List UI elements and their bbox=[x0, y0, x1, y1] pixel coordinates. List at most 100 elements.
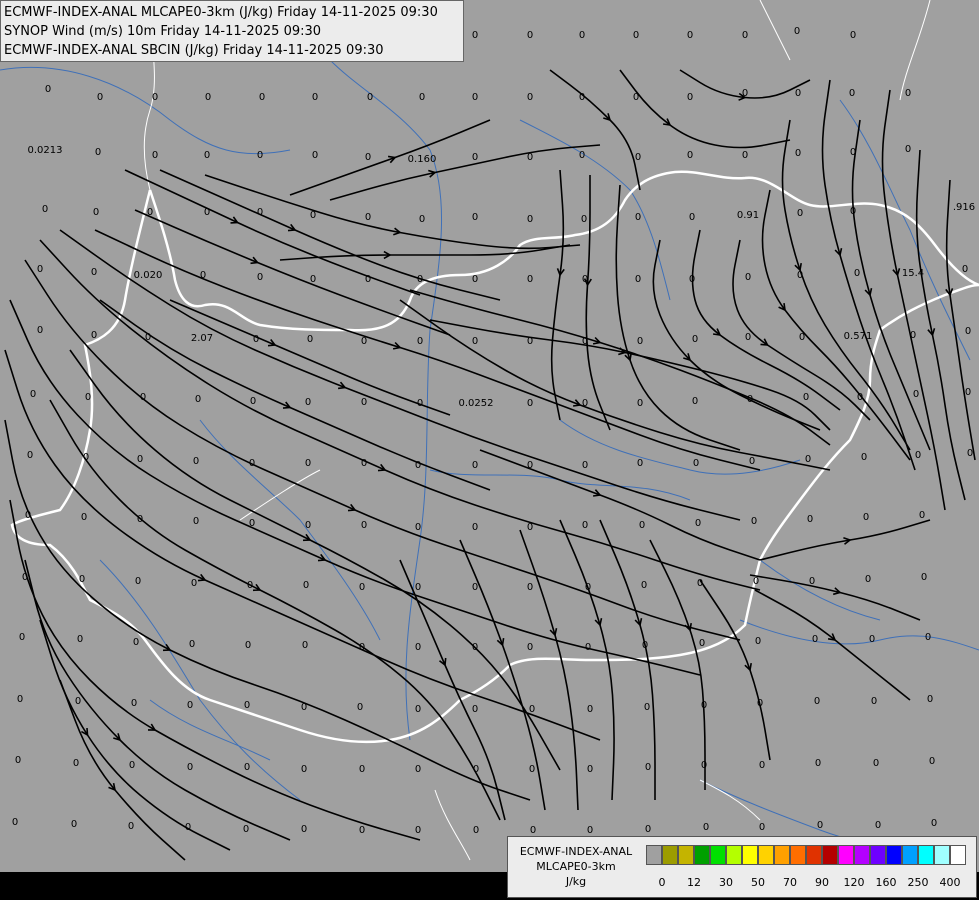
title-box: ECMWF-INDEX-ANAL MLCAPE0-3km (J/kg) Frid… bbox=[0, 0, 464, 62]
cape-value-label: 0 bbox=[913, 389, 919, 400]
cape-value-label: 0 bbox=[25, 510, 31, 521]
cape-value-label: 0 bbox=[85, 392, 91, 403]
cape-value-label: 0 bbox=[919, 510, 925, 521]
streamline bbox=[550, 169, 565, 421]
cape-value-label: 0 bbox=[757, 698, 763, 709]
legend-tick-label: 30 bbox=[719, 876, 733, 889]
cape-value-label: 0 bbox=[417, 398, 423, 409]
cape-value-label: 0 bbox=[635, 152, 641, 163]
cape-value-label: 0 bbox=[745, 272, 751, 283]
cape-value-label: 0 bbox=[361, 520, 367, 531]
cape-value-label: 0 bbox=[850, 147, 856, 158]
title-synop-wind: SYNOP Wind (m/s) 10m Friday 14-11-2025 0… bbox=[4, 24, 322, 39]
cape-value-label: 0 bbox=[817, 820, 823, 831]
cape-value-label: 0 bbox=[472, 92, 478, 103]
cape-value-label: 0 bbox=[259, 92, 265, 103]
cape-value-label: 0 bbox=[742, 88, 748, 99]
borders-main bbox=[10, 170, 979, 744]
cape-value-label: 0 bbox=[759, 822, 765, 833]
cape-value-label: 0 bbox=[42, 204, 48, 215]
cape-value-label: 0 bbox=[415, 642, 421, 653]
cape-value-label: 0 bbox=[645, 824, 651, 835]
cape-value-label: 0 bbox=[701, 700, 707, 711]
cape-value-label: 0 bbox=[850, 30, 856, 41]
cape-value-label: 0 bbox=[417, 274, 423, 285]
cape-value-label: 0 bbox=[193, 456, 199, 467]
cape-value-label: 0 bbox=[865, 574, 871, 585]
cape-value-label: 0 bbox=[807, 514, 813, 525]
cape-value-label: 0 bbox=[797, 270, 803, 281]
cape-value-label: 0 bbox=[415, 460, 421, 471]
cape-value-label: 0 bbox=[527, 214, 533, 225]
cape-value-label: 0 bbox=[310, 210, 316, 221]
streamline bbox=[124, 169, 421, 296]
cape-value-label: 0 bbox=[582, 398, 588, 409]
cape-value-label: 0 bbox=[582, 274, 588, 285]
cape-value-label: 0 bbox=[472, 152, 478, 163]
cape-value-label: 0 bbox=[687, 150, 693, 161]
streamline bbox=[9, 299, 701, 676]
streamline bbox=[39, 619, 231, 851]
cape-value-label: 0 bbox=[71, 819, 77, 830]
cape-value-label: 0 bbox=[415, 582, 421, 593]
cape-value-label: 0 bbox=[97, 92, 103, 103]
cape-value-label: 0 bbox=[472, 582, 478, 593]
cape-value-label: 0 bbox=[301, 824, 307, 835]
cape-value-label: 0 bbox=[703, 822, 709, 833]
legend-tick-label: 50 bbox=[751, 876, 765, 889]
cape-value-label: 0 bbox=[15, 755, 21, 766]
cape-value-label: 0 bbox=[962, 264, 968, 275]
legend-name-line1: ECMWF-INDEX-ANAL bbox=[519, 845, 633, 858]
cape-value-label: 0 bbox=[145, 332, 151, 343]
cape-value-label: 0 bbox=[257, 272, 263, 283]
streamlines bbox=[4, 69, 976, 861]
cape-value-label: 0 bbox=[83, 452, 89, 463]
cape-value-label: 0 bbox=[759, 760, 765, 771]
cape-value-label: 0 bbox=[361, 336, 367, 347]
cape-value-label: 0 bbox=[152, 92, 158, 103]
cape-value-label: 0 bbox=[79, 574, 85, 585]
cape-value-label: 0 bbox=[253, 334, 259, 345]
cape-value-label: 0 bbox=[205, 92, 211, 103]
cape-value-label: 0 bbox=[587, 704, 593, 715]
title-mlcape: ECMWF-INDEX-ANAL MLCAPE0-3km (J/kg) Frid… bbox=[4, 5, 438, 20]
cape-value-label: 0 bbox=[687, 30, 693, 41]
cape-value-label: 0 bbox=[137, 514, 143, 525]
streamline bbox=[652, 239, 821, 431]
cape-value-label: 0 bbox=[37, 325, 43, 336]
legend-swatch bbox=[646, 845, 662, 865]
cape-value-label: 15.4 bbox=[902, 268, 924, 279]
cape-value-label: 0 bbox=[931, 818, 937, 829]
cape-value-label: 0 bbox=[910, 330, 916, 341]
cape-value-label: 0 bbox=[579, 92, 585, 103]
legend-tick-label: 12 bbox=[687, 876, 701, 889]
cape-value-label: 0 bbox=[637, 336, 643, 347]
cape-value-label: 0 bbox=[689, 212, 695, 223]
cape-value-label: 0 bbox=[204, 207, 210, 218]
cape-value-label: 0 bbox=[249, 518, 255, 529]
cape-value-label: 0 bbox=[243, 824, 249, 835]
cape-value-label: 0 bbox=[814, 696, 820, 707]
cape-value-label: 0 bbox=[415, 704, 421, 715]
cape-value-label: 0 bbox=[527, 398, 533, 409]
cape-value-label: 0 bbox=[249, 458, 255, 469]
cape-value-label: 0 bbox=[473, 825, 479, 836]
legend-swatch bbox=[838, 845, 854, 865]
cape-value-label: 0 bbox=[965, 387, 971, 398]
cape-value-label: 0 bbox=[795, 88, 801, 99]
streamline bbox=[399, 299, 831, 471]
cape-value-label: 0 bbox=[81, 512, 87, 523]
legend-swatch bbox=[918, 845, 934, 865]
cape-value-label: 0 bbox=[579, 150, 585, 161]
cape-value-label: 0 bbox=[641, 580, 647, 591]
cape-value-label: 0 bbox=[873, 758, 879, 769]
cape-value-label: 0 bbox=[742, 30, 748, 41]
cape-value-label: 0 bbox=[965, 326, 971, 337]
streamline bbox=[549, 69, 641, 191]
cape-value-label: 0 bbox=[365, 152, 371, 163]
color-legend: ECMWF-INDEX-ANAL MLCAPE0-3km J/kg 0 12 30 5… bbox=[507, 836, 977, 898]
cape-value-label: 0 bbox=[921, 572, 927, 583]
cape-value-label: 0 bbox=[751, 516, 757, 527]
cape-value-label: 0 bbox=[527, 30, 533, 41]
cape-value-label: 0 bbox=[692, 334, 698, 345]
